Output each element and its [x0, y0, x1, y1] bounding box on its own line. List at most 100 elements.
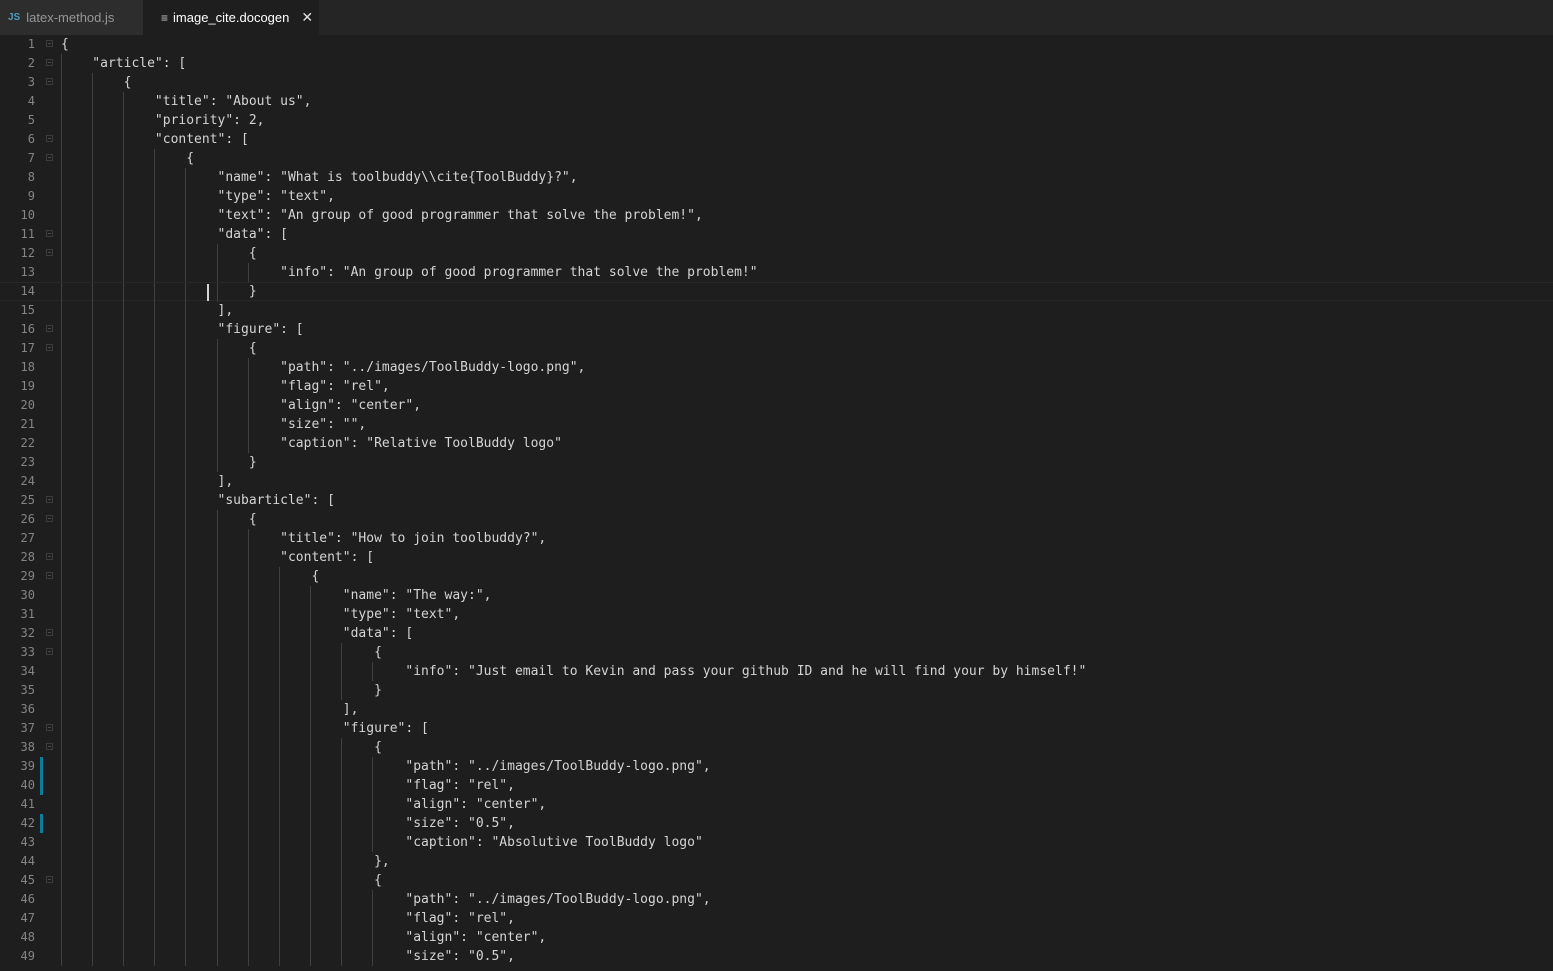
line-number: 20 — [20, 398, 35, 412]
code-line[interactable]: 13 "info": "An group of good programmer … — [0, 263, 1553, 282]
code-line[interactable]: 16 "figure": [ — [0, 320, 1553, 339]
code-text: "size": "0.5", — [61, 949, 515, 964]
code-line[interactable]: 38 { — [0, 738, 1553, 757]
tab-label: latex-method.js — [26, 10, 115, 25]
code-line[interactable]: 15 ], — [0, 301, 1553, 320]
code-text: "flag": "rel", — [61, 911, 515, 926]
code-line[interactable]: 41 "align": "center", — [0, 795, 1553, 814]
code-line[interactable]: 37 "figure": [ — [0, 719, 1553, 738]
code-line[interactable]: 36 ], — [0, 700, 1553, 719]
code-line[interactable]: 43 "caption": "Absolutive ToolBuddy logo… — [0, 833, 1553, 852]
code-line[interactable]: 19 "flag": "rel", — [0, 377, 1553, 396]
code-line[interactable]: 31 "type": "text", — [0, 605, 1553, 624]
fold-toggle-icon[interactable] — [46, 230, 53, 237]
tab-latex-method-js[interactable]: JS latex-method.js — [0, 0, 143, 35]
fold-toggle-icon[interactable] — [46, 344, 53, 351]
code-line[interactable]: 9 "type": "text", — [0, 187, 1553, 206]
code-line[interactable]: 29 { — [0, 567, 1553, 586]
fold-toggle-icon[interactable] — [46, 572, 53, 579]
code-line[interactable]: 40 "flag": "rel", — [0, 776, 1553, 795]
code-line[interactable]: 21 "size": "", — [0, 415, 1553, 434]
fold-toggle-icon[interactable] — [46, 515, 53, 522]
line-number: 49 — [20, 949, 35, 963]
fold-toggle-icon[interactable] — [46, 553, 53, 560]
fold-toggle-icon[interactable] — [46, 78, 53, 85]
fold-toggle-icon[interactable] — [46, 629, 53, 636]
fold-toggle-icon[interactable] — [46, 724, 53, 731]
code-line[interactable]: 3 { — [0, 73, 1553, 92]
line-number: 41 — [20, 797, 35, 811]
code-line[interactable]: 44 }, — [0, 852, 1553, 871]
code-text: { — [61, 645, 382, 660]
line-number: 37 — [20, 721, 35, 735]
code-line[interactable]: 1{ — [0, 35, 1553, 54]
code-text: "name": "What is toolbuddy\\cite{ToolBud… — [61, 170, 578, 185]
tab-label: image_cite.docogen — [173, 10, 290, 25]
fold-toggle-icon[interactable] — [46, 135, 53, 142]
code-editor[interactable]: 1{2 "article": [3 {4 "title": "About us"… — [0, 35, 1553, 971]
code-line[interactable]: 4 "title": "About us", — [0, 92, 1553, 111]
code-line[interactable]: 17 { — [0, 339, 1553, 358]
code-line[interactable]: 26 { — [0, 510, 1553, 529]
fold-toggle-icon[interactable] — [46, 154, 53, 161]
code-line[interactable]: 8 "name": "What is toolbuddy\\cite{ToolB… — [0, 168, 1553, 187]
fold-toggle-icon[interactable] — [46, 59, 53, 66]
modified-line-marker — [40, 814, 43, 833]
fold-toggle-icon[interactable] — [46, 743, 53, 750]
line-number: 25 — [20, 493, 35, 507]
fold-toggle-icon[interactable] — [46, 40, 53, 47]
code-text: ], — [61, 702, 359, 717]
tab-image-cite-docogen[interactable]: ≡ image_cite.docogen ✕ — [143, 0, 319, 35]
fold-toggle-icon[interactable] — [46, 325, 53, 332]
code-line[interactable]: 20 "align": "center", — [0, 396, 1553, 415]
code-line[interactable]: 18 "path": "../images/ToolBuddy-logo.png… — [0, 358, 1553, 377]
code-line[interactable]: 33 { — [0, 643, 1553, 662]
code-line[interactable]: 12 { — [0, 244, 1553, 263]
line-number: 48 — [20, 930, 35, 944]
code-line[interactable]: 46 "path": "../images/ToolBuddy-logo.png… — [0, 890, 1553, 909]
code-text: }, — [61, 854, 390, 869]
code-line[interactable]: 10 "text": "An group of good programmer … — [0, 206, 1553, 225]
line-number: 14 — [20, 284, 35, 298]
code-text: "align": "center", — [61, 797, 547, 812]
code-line[interactable]: 11 "data": [ — [0, 225, 1553, 244]
code-line[interactable]: 22 "caption": "Relative ToolBuddy logo" — [0, 434, 1553, 453]
code-line[interactable]: 45 { — [0, 871, 1553, 890]
fold-toggle-icon[interactable] — [46, 876, 53, 883]
code-line[interactable]: 30 "name": "The way:", — [0, 586, 1553, 605]
fold-toggle-icon[interactable] — [46, 648, 53, 655]
code-line[interactable]: 42 "size": "0.5", — [0, 814, 1553, 833]
line-number: 32 — [20, 626, 35, 640]
code-line[interactable]: 2 "article": [ — [0, 54, 1553, 73]
code-line[interactable]: 25 "subarticle": [ — [0, 491, 1553, 510]
code-text: "info": "An group of good programmer tha… — [61, 265, 758, 280]
line-number: 15 — [20, 303, 35, 317]
fold-toggle-icon[interactable] — [46, 249, 53, 256]
code-line[interactable]: 49 "size": "0.5", — [0, 947, 1553, 966]
code-line[interactable]: 47 "flag": "rel", — [0, 909, 1553, 928]
line-number: 18 — [20, 360, 35, 374]
code-line[interactable]: 23 } — [0, 453, 1553, 472]
code-line[interactable]: 28 "content": [ — [0, 548, 1553, 567]
code-line[interactable]: 39 "path": "../images/ToolBuddy-logo.png… — [0, 757, 1553, 776]
code-line[interactable]: 27 "title": "How to join toolbuddy?", — [0, 529, 1553, 548]
code-text: { — [61, 37, 69, 52]
code-line[interactable]: 48 "align": "center", — [0, 928, 1553, 947]
code-text: } — [61, 455, 257, 470]
code-text: "data": [ — [61, 626, 414, 641]
code-line[interactable]: 5 "priority": 2, — [0, 111, 1553, 130]
code-line[interactable]: 32 "data": [ — [0, 624, 1553, 643]
code-line[interactable]: 14 } — [0, 282, 1553, 302]
line-number: 43 — [20, 835, 35, 849]
code-text: "type": "text", — [61, 607, 461, 622]
close-icon[interactable]: ✕ — [301, 9, 313, 26]
code-line[interactable]: 35 } — [0, 681, 1553, 700]
code-line[interactable]: 34 "info": "Just email to Kevin and pass… — [0, 662, 1553, 681]
line-number: 42 — [20, 816, 35, 830]
code-line[interactable]: 7 { — [0, 149, 1553, 168]
line-number: 22 — [20, 436, 35, 450]
code-line[interactable]: 6 "content": [ — [0, 130, 1553, 149]
line-number: 6 — [27, 132, 35, 146]
code-line[interactable]: 24 ], — [0, 472, 1553, 491]
fold-toggle-icon[interactable] — [46, 496, 53, 503]
